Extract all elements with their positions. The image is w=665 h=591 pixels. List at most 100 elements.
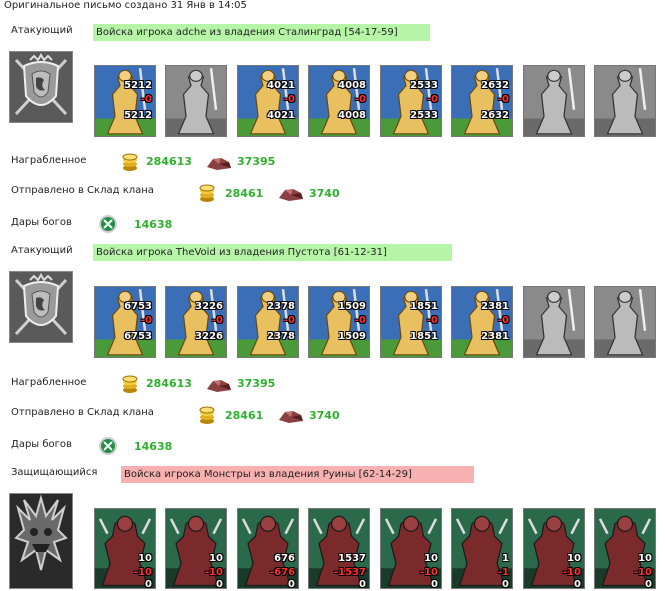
unit-slot[interactable]: 1851 -0 1851 (380, 286, 442, 358)
unit-count: 10 (638, 553, 652, 564)
unit-slot[interactable]: 1509 -0 1509 (308, 286, 370, 358)
unit-loss: -0 (497, 94, 509, 105)
unit-loss: -0 (211, 315, 223, 326)
unit-count: 1851 (410, 301, 438, 312)
unit-count: 2378 (267, 301, 295, 312)
unit-slot[interactable] (523, 286, 585, 358)
unit-slot[interactable]: 10 -10 0 (594, 508, 656, 589)
unit-loss: -10 (204, 567, 223, 578)
ore-icon (277, 186, 305, 205)
unit-loss: -0 (426, 94, 438, 105)
unit-slot[interactable]: 2381 -0 2381 (451, 286, 513, 358)
unit-count: 676 (274, 553, 295, 564)
unit-slot[interactable]: 2533 -0 2533 (380, 65, 442, 137)
unit-count: 1509 (338, 301, 366, 312)
looted-gold-value: 284613 (146, 377, 192, 390)
unit-slot[interactable]: 10 -10 0 (165, 508, 227, 589)
unit-remaining: 1509 (338, 331, 366, 342)
unit-remaining: 4021 (267, 110, 295, 121)
unit-loss: -10 (133, 567, 152, 578)
sent-gold-value: 28461 (225, 409, 264, 422)
unit-remaining: 0 (288, 579, 295, 589)
shield-crest-icon (9, 51, 73, 123)
unit-count: 4021 (267, 80, 295, 91)
unit-count: 5212 (124, 80, 152, 91)
unit-slot[interactable]: 4021 -0 4021 (237, 65, 299, 137)
unit-remaining: 0 (431, 579, 438, 589)
unit-slot[interactable]: 4008 -0 4008 (308, 65, 370, 137)
unit-loss: -10 (562, 567, 581, 578)
unit-count: 3226 (195, 301, 223, 312)
army-title[interactable]: Войска игрока Монстры из владения Руины … (121, 466, 474, 483)
sent-ore-value: 3740 (309, 409, 340, 422)
unit-loss: -0 (140, 315, 152, 326)
army-title[interactable]: Войска игрока adche из владения Сталингр… (93, 24, 430, 41)
unit-loss: -676 (269, 567, 295, 578)
grey-angel-icon (595, 66, 655, 136)
looted-label: Награбленное (11, 377, 87, 388)
unit-remaining: 0 (359, 579, 366, 589)
unit-remaining: 2381 (481, 331, 509, 342)
letter-created-header: Оригинальное письмо создано 31 Янв в 14:… (4, 0, 247, 11)
unit-slot[interactable]: 1537 -1537 0 (308, 508, 370, 589)
ore-icon (277, 408, 305, 427)
grey-pikeman-icon (166, 66, 226, 136)
unit-slot[interactable]: 2632 -0 2632 (451, 65, 513, 137)
unit-remaining: 6753 (124, 331, 152, 342)
ore-icon (205, 155, 233, 174)
unit-slot[interactable]: 10 -10 0 (380, 508, 442, 589)
unit-slot[interactable]: 2378 -0 2378 (237, 286, 299, 358)
army-title[interactable]: Войска игрока TheVoid из владения Пустот… (93, 244, 452, 261)
unit-remaining: 0 (574, 579, 581, 589)
unit-slot[interactable]: 3226 -0 3226 (165, 286, 227, 358)
unit-remaining: 4008 (338, 110, 366, 121)
unit-slot[interactable] (523, 65, 585, 137)
unit-slot[interactable]: 5212 -0 5212 (94, 65, 156, 137)
unit-slot[interactable]: 1 -1 0 (451, 508, 513, 589)
looted-gold-value: 284613 (146, 155, 192, 168)
unit-count: 2632 (481, 80, 509, 91)
sent-ore-value: 3740 (309, 187, 340, 200)
unit-remaining: 0 (145, 579, 152, 589)
unit-slot[interactable] (594, 286, 656, 358)
unit-remaining: 0 (645, 579, 652, 589)
unit-slot[interactable] (165, 65, 227, 137)
unit-loss: -1537 (334, 567, 366, 578)
sent-to-clan-label: Отправлено в Склад клана (11, 407, 154, 418)
gifts-gem-value: 14638 (134, 218, 173, 231)
sent-gold-value: 28461 (225, 187, 264, 200)
gold-coins-icon (197, 406, 217, 428)
unit-count: 2533 (410, 80, 438, 91)
unit-loss: -0 (354, 94, 366, 105)
unit-remaining: 0 (216, 579, 223, 589)
unit-remaining: 1851 (410, 331, 438, 342)
unit-remaining: 2632 (481, 110, 509, 121)
unit-slot[interactable]: 676 -676 0 (237, 508, 299, 589)
role-label: Атакующий (11, 245, 73, 256)
unit-count: 4008 (338, 80, 366, 91)
unit-remaining: 2378 (267, 331, 295, 342)
gods-gifts-label: Дары богов (11, 217, 72, 228)
unit-slot[interactable]: 6753 -0 6753 (94, 286, 156, 358)
role-label: Защищающийся (11, 467, 98, 478)
unit-loss: -10 (419, 567, 438, 578)
unit-count: 10 (209, 553, 223, 564)
grey-cavalier-icon (524, 287, 584, 357)
unit-loss: -0 (283, 94, 295, 105)
shield-crest-icon (9, 271, 73, 343)
gifts-gem-value: 14638 (134, 440, 173, 453)
gold-coins-icon (197, 184, 217, 206)
unit-loss: -0 (354, 315, 366, 326)
unit-count: 10 (567, 553, 581, 564)
unit-count: 1537 (338, 553, 366, 564)
gold-coins-icon (120, 375, 140, 397)
looted-ore-value: 37395 (237, 377, 276, 390)
unit-loss: -10 (633, 567, 652, 578)
unit-remaining: 3226 (195, 331, 223, 342)
unit-slot[interactable] (594, 65, 656, 137)
looted-label: Награбленное (11, 155, 87, 166)
unit-slot[interactable]: 10 -10 0 (94, 508, 156, 589)
ore-icon (205, 377, 233, 396)
unit-slot[interactable]: 10 -10 0 (523, 508, 585, 589)
unit-count: 6753 (124, 301, 152, 312)
